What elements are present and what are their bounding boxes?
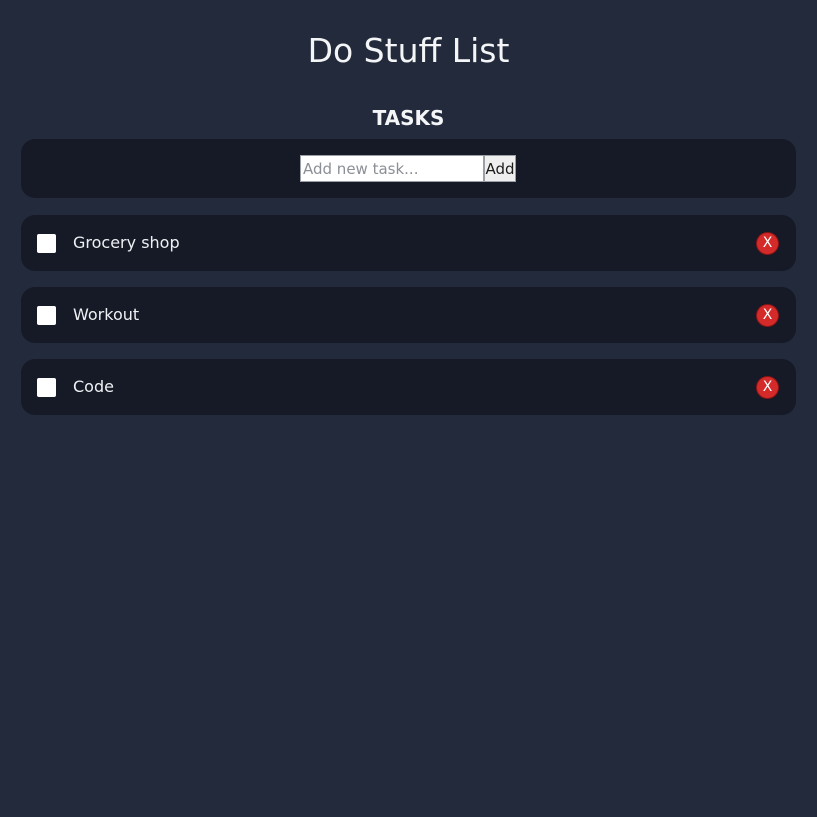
tasks-heading: TASKS	[372, 106, 445, 130]
add-task-panel: Add	[21, 139, 796, 198]
task-label: Grocery shop	[73, 233, 180, 252]
task-item-code: Code X	[21, 359, 796, 415]
add-task-form: Add	[300, 155, 516, 182]
add-task-button[interactable]: Add	[484, 155, 516, 182]
task-checkbox[interactable]	[37, 234, 56, 253]
task-label: Code	[73, 377, 114, 396]
delete-task-button[interactable]: X	[756, 376, 779, 399]
delete-task-button[interactable]: X	[756, 304, 779, 327]
task-item-workout: Workout X	[21, 287, 796, 343]
new-task-input[interactable]	[300, 155, 484, 182]
task-label: Workout	[73, 305, 140, 324]
task-item-grocery-shop: Grocery shop X	[21, 215, 796, 271]
app-title: Do Stuff List	[307, 31, 510, 70]
delete-task-button[interactable]: X	[756, 232, 779, 255]
task-checkbox[interactable]	[37, 378, 56, 397]
task-checkbox[interactable]	[37, 306, 56, 325]
